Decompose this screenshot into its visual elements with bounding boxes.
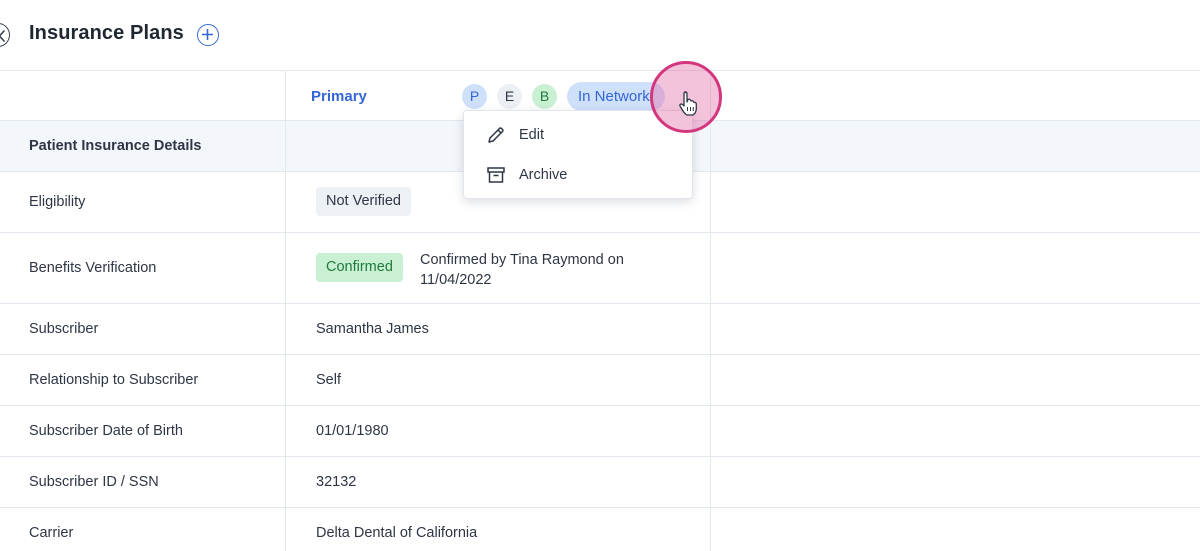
chevron-left-icon [0,30,5,42]
badge-b: B [532,84,557,109]
plan-actions-menu: Edit Archive [463,110,693,199]
carrier-value: Delta Dental of California [316,525,478,541]
add-insurance-plan-button[interactable] [197,24,219,46]
relationship-label: Relationship to Subscriber [29,372,199,388]
archive-icon [487,167,505,183]
subscriber-id-label: Subscriber ID / SSN [29,474,159,490]
menu-item-archive-label: Archive [519,167,568,183]
subscriber-id-value: 32132 [316,474,357,490]
plan-primary-label[interactable]: Primary [311,88,367,105]
plus-icon [202,29,213,40]
back-button[interactable] [0,23,10,47]
table-row-subscriber-id [0,457,1200,508]
column-divider [710,70,711,551]
dob-value: 01/01/1980 [316,423,389,439]
benefits-confirmation-note: Confirmed by Tina Raymond on 11/04/2022 [420,252,624,288]
menu-item-edit-label: Edit [519,127,544,143]
section-title: Patient Insurance Details [29,138,202,154]
eligibility-label: Eligibility [29,194,86,210]
relationship-value: Self [316,372,341,388]
pencil-icon [488,127,504,143]
carrier-label: Carrier [29,525,74,541]
page-header: Insurance Plans [0,0,1200,70]
hand-cursor-icon [679,91,697,116]
dob-label: Subscriber Date of Birth [29,423,183,439]
page-title: Insurance Plans [29,22,184,44]
menu-item-archive[interactable]: Archive [464,155,694,195]
table-row-subscriber [0,304,1200,355]
benefits-verification-label: Benefits Verification [29,260,157,276]
column-divider [285,70,286,551]
subscriber-label: Subscriber [29,321,99,337]
table-row-carrier [0,508,1200,551]
subscriber-value: Samantha James [316,321,429,337]
badge-e: E [497,84,522,109]
eligibility-status-badge: Not Verified [316,187,411,216]
badge-p: P [462,84,487,109]
benefits-status-badge: Confirmed [316,253,403,282]
